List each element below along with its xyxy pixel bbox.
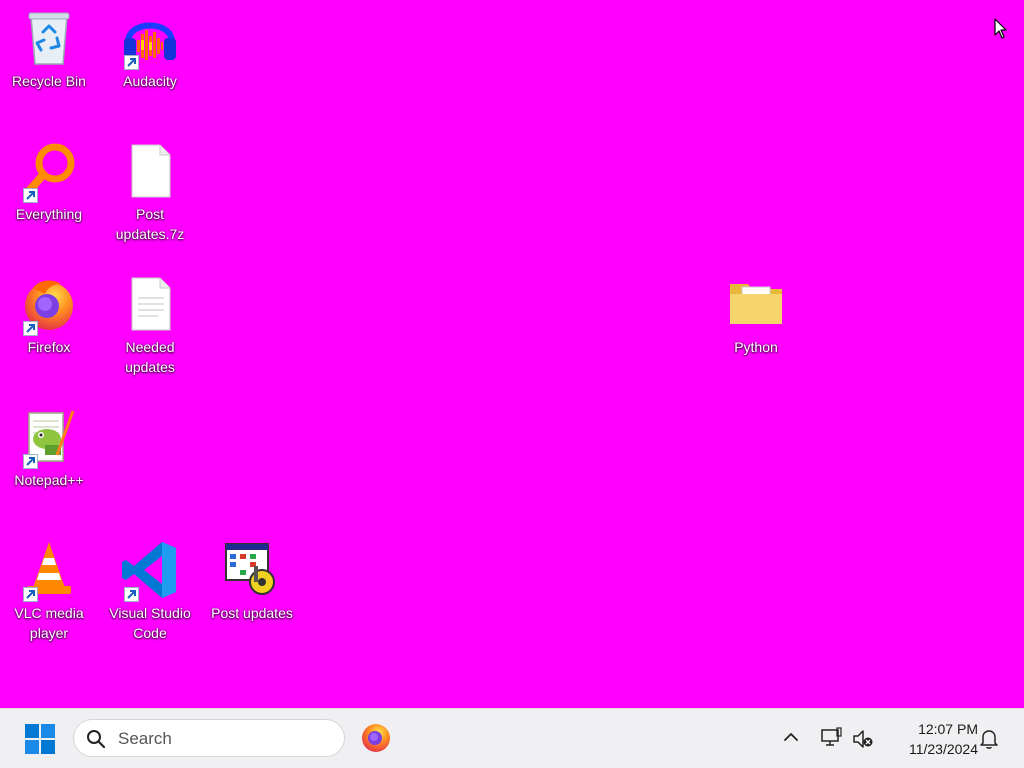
shortcut-arrow-icon xyxy=(23,587,38,602)
desktop-icon-label: Firefox xyxy=(27,339,71,355)
desktop-icon-label: VLC media player xyxy=(14,605,84,641)
desktop-icon-label: Recycle Bin xyxy=(12,73,86,89)
system-clock[interactable]: 12:07 PM 11/23/2024 xyxy=(886,719,978,759)
search-box[interactable]: Search xyxy=(73,719,345,757)
network-icon[interactable] xyxy=(820,727,842,754)
bell-icon[interactable] xyxy=(979,728,999,755)
clock-time: 12:07 PM xyxy=(918,721,978,737)
vscode-icon xyxy=(118,538,182,602)
taskbar: Search 12:07 PM 11/23/2024 xyxy=(0,708,1024,768)
desktop-icon-everything[interactable]: Everything xyxy=(2,139,96,224)
volume-muted-icon[interactable] xyxy=(852,728,874,755)
taskbar-firefox-button[interactable] xyxy=(360,722,392,754)
everything-search-icon xyxy=(17,139,81,203)
search-icon xyxy=(86,729,106,754)
shortcut-arrow-icon xyxy=(124,587,139,602)
desktop-icon-post-updates[interactable]: Post updates xyxy=(205,538,299,623)
desktop-icon-label: Everything xyxy=(15,206,83,222)
shortcut-arrow-icon xyxy=(23,321,38,336)
desktop: Recycle Bin Audacity Everything Post upd… xyxy=(0,0,1024,708)
shortcut-arrow-icon xyxy=(124,55,139,70)
blank-file-icon xyxy=(118,139,182,203)
desktop-icon-post-updates-7z[interactable]: Post updates.7z xyxy=(103,139,197,244)
app-settings-icon xyxy=(220,538,284,602)
clock-date: 11/23/2024 xyxy=(908,741,978,757)
shortcut-arrow-icon xyxy=(23,454,38,469)
notepad-plus-plus-icon xyxy=(17,405,81,469)
desktop-icon-audacity[interactable]: Audacity xyxy=(103,6,197,91)
desktop-icon-vlc[interactable]: VLC media player xyxy=(2,538,96,643)
desktop-icon-label: Notepad++ xyxy=(14,472,84,488)
desktop-icon-notepad-plus-plus[interactable]: Notepad++ xyxy=(2,405,96,490)
desktop-icon-firefox[interactable]: Firefox xyxy=(2,272,96,357)
mouse-pointer-icon xyxy=(994,18,1008,45)
search-placeholder: Search xyxy=(118,729,172,748)
folder-icon xyxy=(724,272,788,336)
windows-logo-icon xyxy=(20,724,60,761)
firefox-icon xyxy=(360,724,392,758)
desktop-icon-label: Audacity xyxy=(123,73,177,89)
desktop-icon-label: Visual Studio Code xyxy=(109,605,191,641)
recycle-bin-icon xyxy=(17,6,81,70)
start-button[interactable] xyxy=(20,721,60,757)
desktop-icon-label: Needed updates xyxy=(125,339,175,375)
desktop-icon-label: Post updates xyxy=(211,605,293,621)
text-file-icon xyxy=(118,272,182,336)
desktop-icon-python[interactable]: Python xyxy=(709,272,803,357)
desktop-icon-vscode[interactable]: Visual Studio Code xyxy=(103,538,197,643)
firefox-icon xyxy=(17,272,81,336)
audacity-icon xyxy=(118,6,182,70)
desktop-icon-needed-updates[interactable]: Needed updates xyxy=(103,272,197,377)
chevron-up-icon[interactable] xyxy=(783,729,799,750)
shortcut-arrow-icon xyxy=(23,188,38,203)
desktop-icon-label: Post updates.7z xyxy=(115,206,185,242)
desktop-icon-label: Python xyxy=(734,339,778,355)
desktop-icon-recycle-bin[interactable]: Recycle Bin xyxy=(2,6,96,91)
vlc-cone-icon xyxy=(17,538,81,602)
